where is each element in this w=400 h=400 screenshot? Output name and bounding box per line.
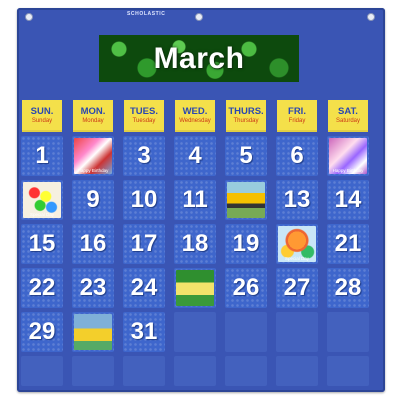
event-photo	[176, 270, 214, 306]
date-card-19: 19	[225, 224, 267, 264]
empty-pocket	[174, 356, 216, 386]
date-card-31: 31	[123, 312, 165, 352]
date-card-27: 27	[276, 268, 318, 308]
date-card-23: 23	[72, 268, 114, 308]
date-card-5: 5	[225, 136, 267, 176]
school-bus-photo	[227, 182, 265, 218]
special-day-photo-card: Special Day	[276, 224, 318, 264]
birthday-photo-card: Happy Birthday	[327, 136, 369, 176]
month-title: March	[153, 41, 245, 75]
date-card-14: 14	[327, 180, 369, 220]
empty-pocket	[123, 356, 165, 386]
event-photo-card	[72, 312, 114, 352]
date-card-3: 3	[123, 136, 165, 176]
birthday-photo-card: Happy Birthday	[72, 136, 114, 176]
event-photo-card	[174, 268, 216, 308]
date-card-4: 4	[174, 136, 216, 176]
date-card-11: 11	[174, 180, 216, 220]
brand-label: SCHOLASTIC	[127, 11, 166, 17]
date-card-1: 1	[21, 136, 63, 176]
day-header-wednesday: WED. Wednesday	[175, 100, 215, 132]
empty-pocket	[327, 356, 369, 386]
date-card-6: 6	[276, 136, 318, 176]
day-header-saturday: SAT. Saturday	[328, 100, 368, 132]
empty-pocket	[72, 356, 114, 386]
date-card-18: 18	[174, 224, 216, 264]
date-card-24: 24	[123, 268, 165, 308]
school-bus-photo-card	[225, 180, 267, 220]
day-header-thursday: THURS. Thursday	[226, 100, 266, 132]
date-card-26: 26	[225, 268, 267, 308]
grommet-icon	[367, 13, 375, 21]
date-card-10: 10	[123, 180, 165, 220]
date-card-15: 15	[21, 224, 63, 264]
empty-pocket	[225, 356, 267, 386]
date-card-9: 9	[72, 180, 114, 220]
empty-pocket	[174, 312, 216, 352]
date-card-16: 16	[72, 224, 114, 264]
grommet-icon	[195, 13, 203, 21]
day-header-monday: MON. Monday	[73, 100, 113, 132]
empty-pocket	[327, 312, 369, 352]
grommet-icon	[25, 13, 33, 21]
day-header-sunday: SUN. Sunday	[22, 100, 62, 132]
date-card-21: 21	[327, 224, 369, 264]
event-photo	[74, 314, 112, 350]
month-header-card: March	[99, 35, 299, 82]
date-card-22: 22	[21, 268, 63, 308]
date-card-28: 28	[327, 268, 369, 308]
empty-pocket	[21, 356, 63, 386]
empty-pocket	[276, 356, 318, 386]
date-card-17: 17	[123, 224, 165, 264]
empty-pocket	[276, 312, 318, 352]
day-header-tuesday: TUES. Tuesday	[124, 100, 164, 132]
pocket-chart: SCHOLASTIC March SUN. Sunday MON. Monday…	[17, 8, 385, 392]
date-card-13: 13	[276, 180, 318, 220]
empty-pocket	[225, 312, 267, 352]
special-day-photo-card: Special Day	[21, 180, 63, 220]
day-header-friday: FRI. Friday	[277, 100, 317, 132]
date-card-29: 29	[21, 312, 63, 352]
